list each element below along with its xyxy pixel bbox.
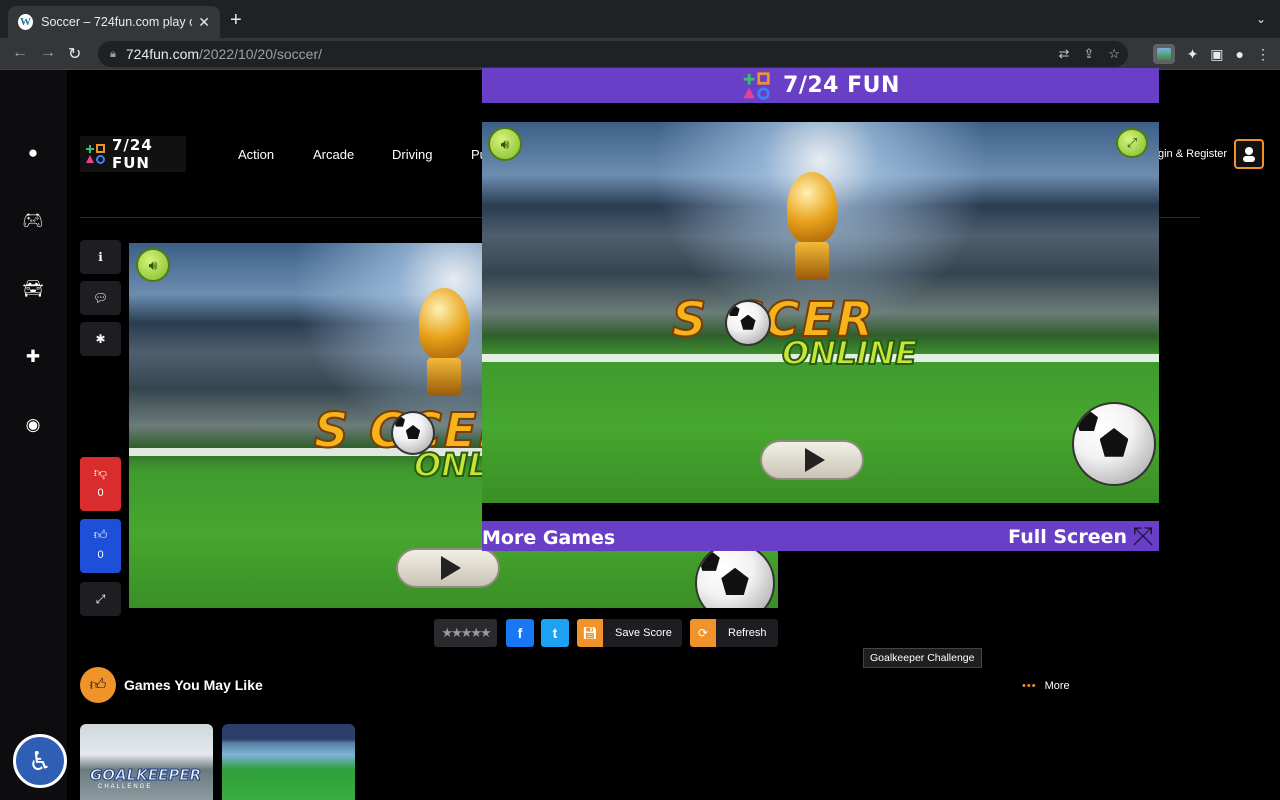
url-path: /2022/10/20/soccer/: [199, 46, 323, 62]
logo-mark-icon: [84, 143, 106, 165]
expand-icon: ⤢: [95, 591, 106, 606]
play-icon: [441, 556, 461, 580]
like-count: 0: [97, 549, 104, 561]
more-label: More: [1044, 680, 1070, 692]
accessibility-button[interactable]: ♿︎: [13, 734, 67, 788]
dislike-count: 0: [97, 487, 104, 499]
dots-icon: •••: [1022, 680, 1037, 692]
fullscreen-arrows-icon[interactable]: ⤧: [1129, 522, 1157, 550]
popup-title: 7/24 FUN: [783, 73, 900, 98]
trophy-icon: [777, 172, 847, 282]
fullscreen-button[interactable]: ⤢: [80, 582, 121, 616]
full-screen-link[interactable]: Full Screen: [1008, 526, 1127, 548]
play-icon: [805, 448, 825, 472]
more-games-link[interactable]: More Games: [482, 527, 615, 549]
game-thumb-goalkeeper[interactable]: GOALKEEPER CHALLENGE: [80, 724, 213, 800]
sound-icon[interactable]: 🔊︎: [136, 248, 170, 282]
gamepad-icon[interactable]: 🎮︎: [22, 211, 44, 233]
like-button[interactable]: 👍︎ 0: [80, 519, 121, 573]
address-bar[interactable]: 🔒︎ 724fun.com/2022/10/20/soccer/ ⇄ ⇪ ☆: [98, 41, 1128, 67]
info-button[interactable]: ℹ: [80, 240, 121, 274]
section-title: Games You May Like: [124, 677, 263, 693]
back-icon[interactable]: ←: [12, 44, 28, 62]
save-icon: 💾︎: [577, 619, 603, 647]
thumb-label: GOALKEEPER: [89, 766, 202, 785]
thumbs-up-icon: 👍︎: [93, 527, 108, 542]
accessibility-icon: ♿︎: [28, 745, 52, 776]
puzzle-piece-icon[interactable]: ✚: [22, 347, 44, 369]
thumb-sub: CHALLENGE: [98, 784, 153, 790]
category-rail: ● 🎮︎ 🚘︎ ✚ ◉: [0, 70, 67, 800]
user-avatar[interactable]: [1234, 139, 1264, 169]
popup-footer: More Games Full Screen ⤧: [482, 521, 1159, 551]
trophy-icon: [409, 288, 479, 398]
rating-stars[interactable]: ★★★★★: [434, 619, 497, 647]
facebook-share-button[interactable]: f: [506, 619, 534, 647]
forward-icon[interactable]: →: [40, 44, 56, 62]
bomb-icon[interactable]: ●: [22, 143, 44, 165]
tab-title: Soccer – 724fun.com play onli: [41, 15, 193, 29]
twitter-share-button[interactable]: t: [541, 619, 569, 647]
refresh-button[interactable]: ⟳ Refresh: [690, 619, 778, 647]
tooltip: Goalkeeper Challenge: [863, 648, 982, 668]
thumbs-up-icon: 👍︎: [80, 667, 116, 703]
logo-text: 7/24 FUN: [112, 136, 153, 172]
menu-icon[interactable]: ⋮: [1256, 46, 1270, 63]
browser-toolbar: ← → ↻ 🔒︎ 724fun.com/2022/10/20/soccer/ ⇄…: [0, 38, 1280, 70]
nav-driving[interactable]: Driving: [392, 147, 432, 162]
new-tab-button[interactable]: +: [230, 10, 242, 30]
soccer-ball-icon: [1072, 402, 1156, 486]
translate-icon[interactable]: ⇄: [1059, 46, 1070, 62]
game-popup: 7/24 FUN 🔊︎ ⤢ S CCER ONLINE More Games F…: [482, 68, 1159, 551]
dislike-button[interactable]: 👎︎ 0: [80, 457, 121, 511]
game-logo-online: ONLINE: [781, 333, 918, 373]
extension-icon[interactable]: [1152, 44, 1175, 64]
url-host: 724fun.com: [125, 46, 200, 62]
refresh-icon: ⟳: [690, 619, 716, 647]
info-icon: ℹ: [98, 250, 103, 264]
popup-header: 7/24 FUN: [482, 68, 1159, 103]
target-icon[interactable]: ◉: [22, 415, 44, 437]
share-icon[interactable]: ⇪: [1083, 46, 1094, 62]
puzzle-icon[interactable]: ✦: [1187, 46, 1199, 63]
save-score-label: Save Score: [615, 627, 672, 639]
expand-icon[interactable]: ⤢: [1116, 128, 1148, 158]
browser-tab-bar: W Soccer – 724fun.com play onli ✕ + ⌄: [0, 0, 1280, 38]
popup-game-frame[interactable]: 🔊︎ ⤢ S CCER ONLINE: [482, 122, 1159, 503]
game-thumb-penalty[interactable]: [222, 724, 355, 800]
comment-icon: 💬︎: [92, 291, 109, 305]
profile-icon[interactable]: ●: [1236, 46, 1244, 62]
lock-icon: 🔒︎: [110, 47, 116, 60]
tab-close-icon[interactable]: ✕: [198, 14, 210, 31]
nav-arcade[interactable]: Arcade: [313, 147, 354, 162]
sidepanel-icon[interactable]: ▣: [1210, 46, 1223, 63]
save-score-button[interactable]: 💾︎ Save Score: [577, 619, 682, 647]
reload-icon[interactable]: ↻: [68, 44, 81, 64]
refresh-label: Refresh: [728, 627, 767, 639]
car-icon[interactable]: 🚘︎: [22, 279, 44, 301]
report-bug-button[interactable]: ✱: [80, 322, 121, 356]
thumbs-down-icon: 👎︎: [93, 465, 108, 480]
logo-mark-icon: [741, 71, 771, 101]
play-button[interactable]: [396, 548, 500, 588]
site-logo[interactable]: 7/24 FUN: [80, 136, 186, 172]
nav-action[interactable]: Action: [238, 147, 274, 162]
bug-icon: ✱: [95, 332, 106, 346]
browser-tab[interactable]: W Soccer – 724fun.com play onli ✕: [8, 6, 220, 38]
bookmark-star-icon[interactable]: ☆: [1108, 46, 1120, 62]
soccer-ball-icon: [725, 300, 771, 346]
login-register-link[interactable]: gin & Register: [1158, 148, 1227, 160]
user-icon: [1243, 147, 1255, 162]
play-button[interactable]: [760, 440, 864, 480]
wordpress-icon: W: [18, 14, 34, 30]
sound-icon[interactable]: 🔊︎: [488, 127, 522, 161]
comments-button[interactable]: 💬︎: [80, 281, 121, 315]
more-link[interactable]: ••• More: [1022, 680, 1070, 692]
chevron-down-icon[interactable]: ⌄: [1256, 12, 1266, 26]
